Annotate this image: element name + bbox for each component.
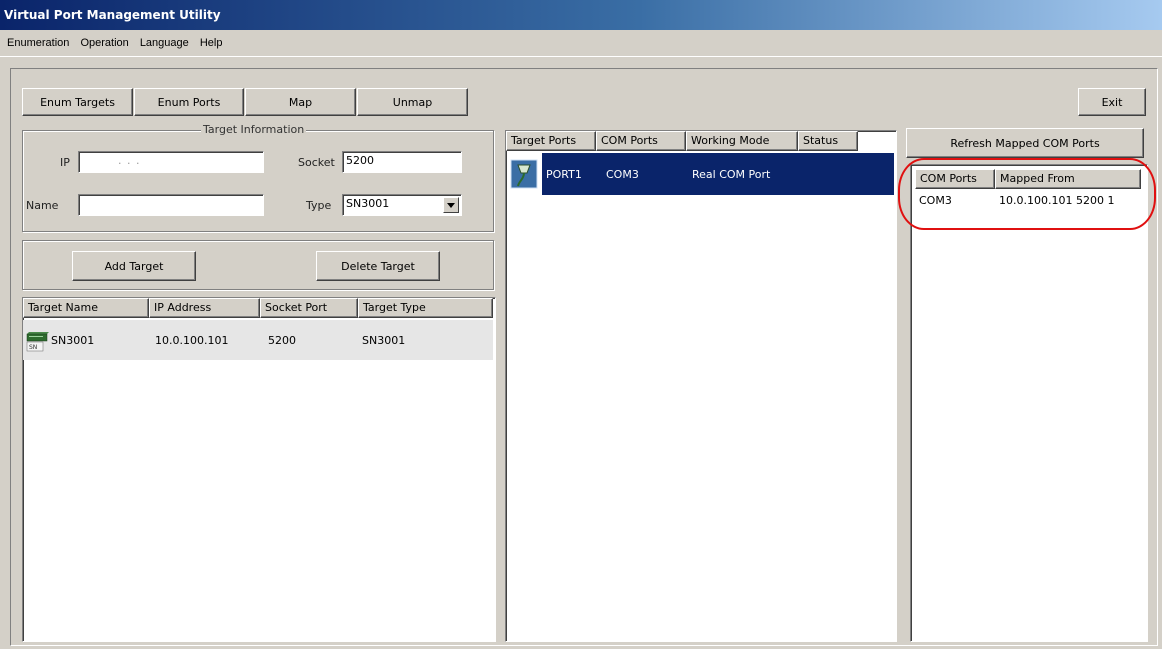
delete-target-button[interactable]: Delete Target [316,251,440,281]
socket-value: 5200 [346,154,374,167]
refresh-mapped-com-ports-button[interactable]: Refresh Mapped COM Ports [906,128,1144,158]
menu-help[interactable]: Help [196,30,227,57]
socket-port-cell: 5200 [268,333,296,347]
menu-bar: Enumeration Operation Language Help [0,30,1162,57]
working-mode-cell: Real COM Port [692,167,771,181]
menu-enumeration[interactable]: Enumeration [3,30,73,57]
column-header-target-ports[interactable]: Target Ports [506,131,596,151]
targets-list-header: Target Name IP Address Socket Port Targe… [23,298,493,318]
target-information-title: Target Information [201,123,307,136]
column-header-mapped-from[interactable]: Mapped From [995,169,1141,189]
type-label: Type [306,199,332,212]
exit-button[interactable]: Exit [1078,88,1146,116]
ports-list-header: Target Ports COM Ports Working Mode Stat… [506,131,858,151]
window-title: Virtual Port Management Utility [4,8,221,22]
ports-list[interactable]: Target Ports COM Ports Working Mode Stat… [505,130,897,642]
enum-ports-button[interactable]: Enum Ports [134,88,244,116]
table-row[interactable]: COM3 10.0.100.101 5200 1 [915,191,1143,209]
column-header-target-type[interactable]: Target Type [358,298,493,318]
mapped-from-cell: 10.0.100.101 5200 1 [999,193,1115,207]
unmap-button[interactable]: Unmap [357,88,468,116]
title-bar[interactable]: Virtual Port Management Utility [0,0,1162,30]
enum-targets-button[interactable]: Enum Targets [22,88,133,116]
mapped-com-port-cell: COM3 [919,193,952,207]
column-header-com-ports[interactable]: COM Ports [596,131,686,151]
name-field[interactable] [78,194,264,216]
chevron-down-icon[interactable] [443,197,459,213]
table-row[interactable]: PORT1 COM3 Real COM Port [506,153,894,195]
ip-address-cell: 10.0.100.101 [155,333,229,347]
ip-address-field[interactable]: . . . [78,151,264,173]
add-target-button[interactable]: Add Target [72,251,196,281]
selected-row-highlight: PORT1 COM3 Real COM Port [542,153,894,195]
column-header-ip-address[interactable]: IP Address [149,298,260,318]
map-button[interactable]: Map [245,88,356,116]
type-select-value: SN3001 [346,197,390,210]
table-row[interactable]: SN SN3001 10.0.100.101 5200 SN3001 [23,320,493,360]
column-header-mapped-com-ports[interactable]: COM Ports [915,169,995,189]
menu-language[interactable]: Language [136,30,193,57]
name-label: Name [26,199,59,212]
target-type-cell: SN3001 [362,333,406,347]
column-header-working-mode[interactable]: Working Mode [686,131,798,151]
svg-text:SN: SN [29,344,37,351]
target-information-group: Target Information [22,123,494,232]
target-port-cell: PORT1 [546,167,582,181]
ip-label: IP [60,156,70,169]
type-select[interactable]: SN3001 [342,194,462,216]
ip-address-value: . . . [118,154,141,167]
com-port-cell: COM3 [606,167,639,181]
column-header-socket-port[interactable]: Socket Port [260,298,358,318]
device-icon: SN [25,328,49,352]
app-window: Virtual Port Management Utility Enumerat… [0,0,1162,649]
port-connector-icon [506,153,542,195]
menu-operation[interactable]: Operation [76,30,132,57]
targets-list[interactable]: Target Name IP Address Socket Port Targe… [22,297,496,642]
column-header-target-name[interactable]: Target Name [23,298,149,318]
mapped-list-header: COM Ports Mapped From [915,169,1141,189]
mapped-ports-list[interactable]: COM Ports Mapped From COM3 10.0.100.101 … [910,164,1148,642]
target-name-cell: SN3001 [51,333,95,347]
column-header-status[interactable]: Status [798,131,858,151]
socket-field[interactable]: 5200 [342,151,462,173]
socket-label: Socket [298,156,335,169]
